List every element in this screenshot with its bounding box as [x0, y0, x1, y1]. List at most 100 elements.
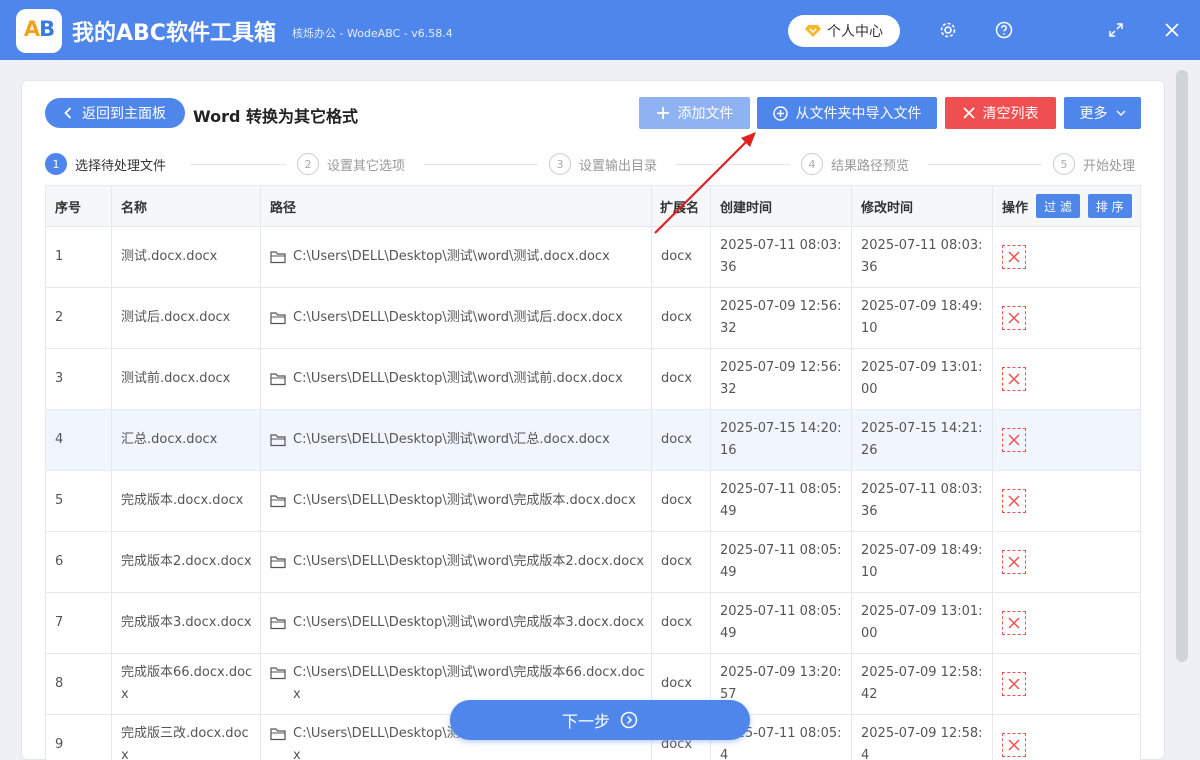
header-name: 名称: [112, 186, 261, 226]
app-subtitle: 核烁办公 - WodeABC - v6.58.4: [292, 25, 453, 41]
cell-ext: docx: [652, 349, 711, 409]
circle-plus-icon: [773, 106, 788, 121]
delete-row-icon[interactable]: [1002, 733, 1026, 757]
delete-row-icon[interactable]: [1002, 550, 1026, 574]
scrollbar[interactable]: [1176, 70, 1188, 662]
cell-created: 2025-07-11 08:03:36: [711, 227, 852, 287]
cell-modified: 2025-07-09 12:58:42: [852, 654, 993, 714]
delete-row-icon[interactable]: [1002, 367, 1026, 391]
settings-gear-icon[interactable]: [933, 15, 963, 45]
cell-modified: 2025-07-15 14:21:26: [852, 410, 993, 470]
delete-row-icon[interactable]: [1002, 428, 1026, 452]
folder-icon: [270, 494, 286, 508]
import-from-folder-button[interactable]: 从文件夹中导入文件: [757, 97, 937, 129]
x-icon: [963, 107, 975, 119]
cell-modified: 2025-07-09 13:01:00: [852, 593, 993, 653]
cell-created: 2025-07-15 14:20:16: [711, 410, 852, 470]
cell-path: C:\Users\DELL\Desktop\测试\word\测试前.docx.d…: [261, 349, 652, 409]
header-action: 操作 过 滤 排 序: [993, 186, 1141, 226]
cell-ext: docx: [652, 410, 711, 470]
cell-modified: 2025-07-09 12:58:4: [852, 715, 993, 760]
user-center-button[interactable]: 个人中心: [788, 15, 900, 47]
step-2: 2设置其它选项: [297, 153, 405, 175]
cell-created: 2025-07-11 08:05:49: [711, 593, 852, 653]
help-icon[interactable]: [989, 15, 1019, 45]
folder-icon: [270, 250, 286, 264]
header-created: 创建时间: [711, 186, 852, 226]
folder-icon: [270, 727, 286, 741]
step-connector: [676, 164, 790, 165]
cell-created: 2025-07-11 08:05:49: [711, 471, 852, 531]
cell-created: 2025-07-09 12:56:32: [711, 288, 852, 348]
step-connector: [190, 164, 286, 165]
plus-icon: [656, 106, 670, 120]
header-index: 序号: [46, 186, 112, 226]
next-step-button[interactable]: 下一步: [450, 700, 750, 740]
cell-action: [993, 288, 1141, 348]
header-path: 路径: [261, 186, 652, 226]
table-row[interactable]: 3测试前.docx.docxC:\Users\DELL\Desktop\测试\w…: [46, 349, 1141, 410]
add-file-button[interactable]: 添加文件: [639, 97, 750, 129]
cell-ext: docx: [652, 227, 711, 287]
cell-index: 1: [46, 227, 112, 287]
cell-modified: 2025-07-09 18:49:10: [852, 288, 993, 348]
cell-name: 测试后.docx.docx: [112, 288, 261, 348]
cell-index: 6: [46, 532, 112, 592]
delete-row-icon[interactable]: [1002, 245, 1026, 269]
table-row[interactable]: 7完成版本3.docx.docxC:\Users\DELL\Desktop\测试…: [46, 593, 1141, 654]
cell-action: [993, 471, 1141, 531]
maximize-icon[interactable]: [1101, 15, 1131, 45]
cell-action: [993, 410, 1141, 470]
cell-action: [993, 715, 1141, 760]
cell-modified: 2025-07-11 08:03:36: [852, 471, 993, 531]
filter-button[interactable]: 过 滤: [1036, 194, 1080, 218]
cell-index: 4: [46, 410, 112, 470]
folder-icon: [270, 666, 286, 680]
cell-action: [993, 654, 1141, 714]
cell-name: 完成版三改.docx.docx: [112, 715, 261, 760]
table-row[interactable]: 5完成版本.docx.docxC:\Users\DELL\Desktop\测试\…: [46, 471, 1141, 532]
folder-icon: [270, 433, 286, 447]
folder-icon: [270, 555, 286, 569]
cell-created: 2025-07-11 08:05:49: [711, 532, 852, 592]
delete-row-icon[interactable]: [1002, 611, 1026, 635]
header-ext: 扩展名: [652, 186, 711, 226]
cell-action: [993, 593, 1141, 653]
step-1: 1选择待处理文件: [45, 153, 166, 175]
table-row[interactable]: 2测试后.docx.docxC:\Users\DELL\Desktop\测试\w…: [46, 288, 1141, 349]
step-4: 4结果路径预览: [801, 153, 909, 175]
clear-list-button[interactable]: 清空列表: [945, 97, 1056, 129]
step-connector: [928, 164, 1042, 165]
delete-row-icon[interactable]: [1002, 489, 1026, 513]
chevron-down-icon: [1116, 110, 1126, 116]
cell-index: 5: [46, 471, 112, 531]
back-to-main-button[interactable]: 返回到主面板: [45, 98, 185, 128]
cell-name: 完成版本66.docx.docx: [112, 654, 261, 714]
cell-path: C:\Users\DELL\Desktop\测试\word\测试后.docx.d…: [261, 288, 652, 348]
delete-row-icon[interactable]: [1002, 306, 1026, 330]
close-icon[interactable]: [1157, 15, 1187, 45]
table-row[interactable]: 4汇总.docx.docxC:\Users\DELL\Desktop\测试\wo…: [46, 410, 1141, 471]
cell-name: 汇总.docx.docx: [112, 410, 261, 470]
arrow-right-circle-icon: [620, 711, 638, 729]
cell-name: 完成版本2.docx.docx: [112, 532, 261, 592]
cell-action: [993, 349, 1141, 409]
folder-icon: [270, 372, 286, 386]
vip-diamond-icon: [805, 24, 821, 38]
cell-action: [993, 227, 1141, 287]
cell-created: 2025-07-09 12:56:32: [711, 349, 852, 409]
table-row[interactable]: 6完成版本2.docx.docxC:\Users\DELL\Desktop\测试…: [46, 532, 1141, 593]
sort-button[interactable]: 排 序: [1088, 194, 1132, 218]
cell-path: C:\Users\DELL\Desktop\测试\word\完成版本3.docx…: [261, 593, 652, 653]
table-row[interactable]: 1测试.docx.docxC:\Users\DELL\Desktop\测试\wo…: [46, 227, 1141, 288]
delete-row-icon[interactable]: [1002, 672, 1026, 696]
cell-name: 测试前.docx.docx: [112, 349, 261, 409]
cell-index: 7: [46, 593, 112, 653]
cell-name: 完成版本3.docx.docx: [112, 593, 261, 653]
step-5: 5开始处理: [1053, 153, 1135, 175]
cell-path: C:\Users\DELL\Desktop\测试\word\汇总.docx.do…: [261, 410, 652, 470]
title-bar: AB 我的ABC软件工具箱 核烁办公 - WodeABC - v6.58.4 个…: [0, 0, 1200, 60]
more-button[interactable]: 更多: [1064, 97, 1141, 129]
cell-path: C:\Users\DELL\Desktop\测试\word\完成版本2.docx…: [261, 532, 652, 592]
step-3: 3设置输出目录: [549, 153, 657, 175]
